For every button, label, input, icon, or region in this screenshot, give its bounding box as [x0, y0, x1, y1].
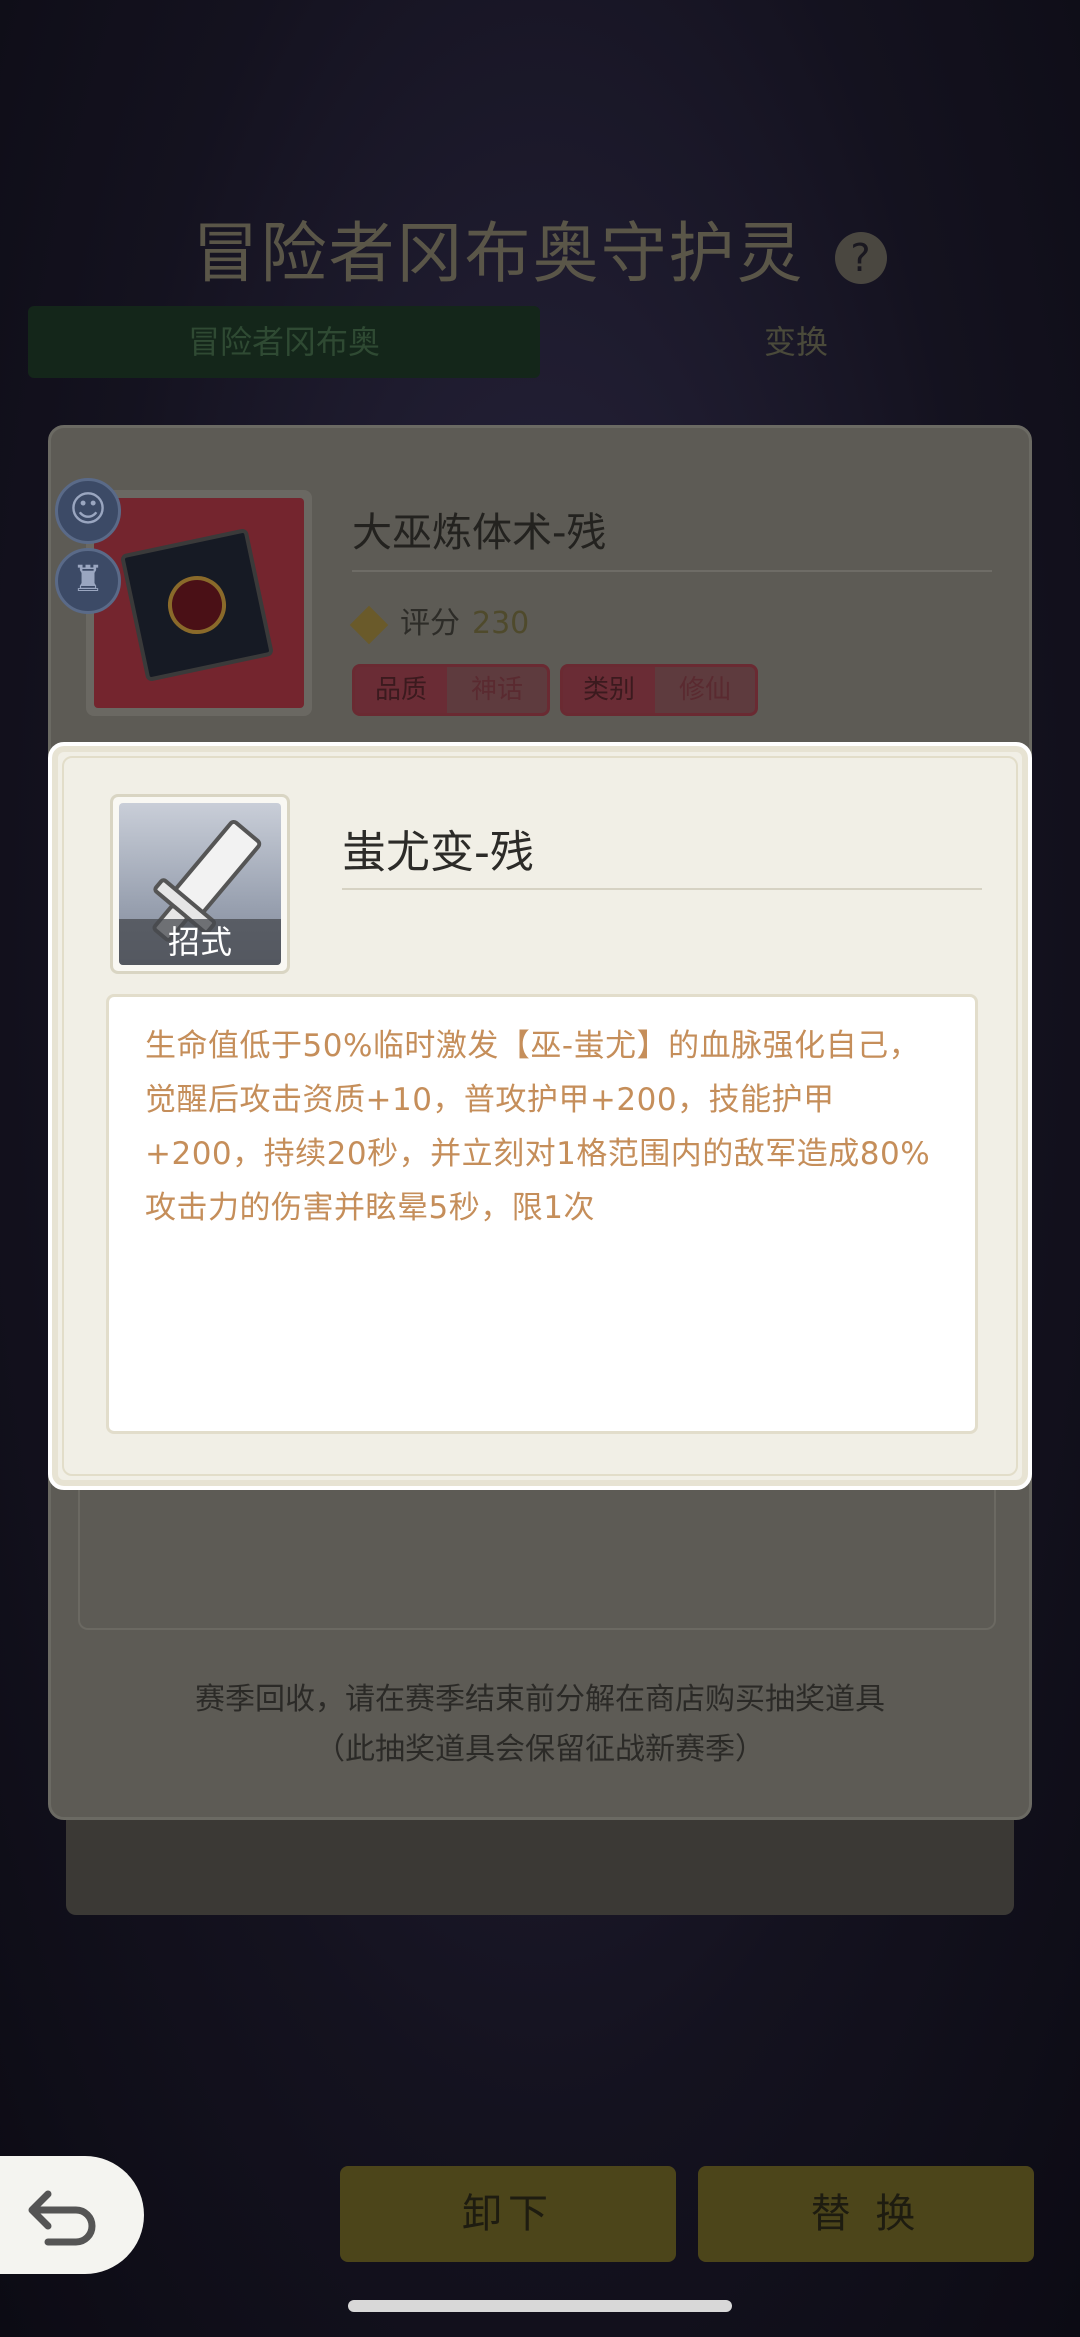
skill-icon-frame: 招式	[110, 794, 290, 974]
back-arrow-icon	[28, 2190, 96, 2246]
item-score: 评分 230	[349, 598, 530, 644]
quality-value: 神话	[471, 675, 524, 705]
home-indicator[interactable]	[348, 2300, 732, 2312]
tab-adventurer[interactable]: 冒险者冈布奥	[28, 306, 540, 378]
skill-detail-modal: 招式 蚩尤变-残 生命值低于50%临时激发【巫-蚩尤】的血脉强化自己，觉醒后攻击…	[48, 742, 1032, 1490]
quality-key: 品质	[355, 667, 448, 713]
category-tag: 类别 修仙	[560, 664, 759, 716]
gem-icon	[349, 605, 389, 644]
book-icon	[119, 527, 275, 683]
notice-line-2: （此抽奖道具会保留征战新赛季）	[315, 1732, 765, 1767]
divider	[352, 570, 992, 572]
score-label: 评分	[400, 606, 460, 641]
screen: 冒险者冈布奥守护灵 ? 冒险者冈布奥 变换 ☺ ♜ 大巫炼体术-残 评分 230 …	[0, 0, 1080, 2337]
divider	[342, 888, 982, 890]
back-button[interactable]	[0, 2156, 144, 2274]
season-notice: 赛季回收，请在赛季结束前分解在商店购买抽奖道具 （此抽奖道具会保留征战新赛季）	[0, 1675, 1080, 1775]
skill-image: 招式	[119, 803, 281, 965]
item-image	[94, 498, 304, 708]
replace-button[interactable]: 替 换	[698, 2166, 1034, 2262]
item-name: 大巫炼体术-残	[352, 510, 607, 556]
tab-bar: 冒险者冈布奥 变换	[28, 306, 1052, 378]
skill-description: 生命值低于50%临时激发【巫-蚩尤】的血脉强化自己，觉醒后攻击资质+10，普攻护…	[145, 1028, 931, 1226]
help-icon[interactable]: ?	[835, 231, 888, 284]
item-image-frame	[86, 490, 312, 716]
page-title: 冒险者冈布奥守护灵 ?	[0, 200, 1080, 296]
quality-tag: 品质 神话	[352, 664, 551, 716]
tab-transform[interactable]: 变换	[540, 306, 1052, 378]
score-value: 230	[472, 606, 530, 641]
gumball-icon[interactable]: ☺	[55, 478, 121, 544]
unequip-button[interactable]: 卸下	[340, 2166, 676, 2262]
category-value: 修仙	[679, 675, 732, 705]
skill-description-box: 生命值低于50%临时激发【巫-蚩尤】的血脉强化自己，觉醒后攻击资质+10，普攻护…	[106, 994, 978, 1434]
skill-name: 蚩尤变-残	[342, 827, 534, 878]
category-key: 类别	[563, 667, 656, 713]
notice-line-1: 赛季回收，请在赛季结束前分解在商店购买抽奖道具	[195, 1682, 885, 1717]
page-title-text: 冒险者冈布奥守护灵	[192, 215, 805, 292]
castle-icon[interactable]: ♜	[55, 548, 121, 614]
attribute-box	[78, 1480, 996, 1630]
skill-type-badge: 招式	[119, 919, 281, 965]
